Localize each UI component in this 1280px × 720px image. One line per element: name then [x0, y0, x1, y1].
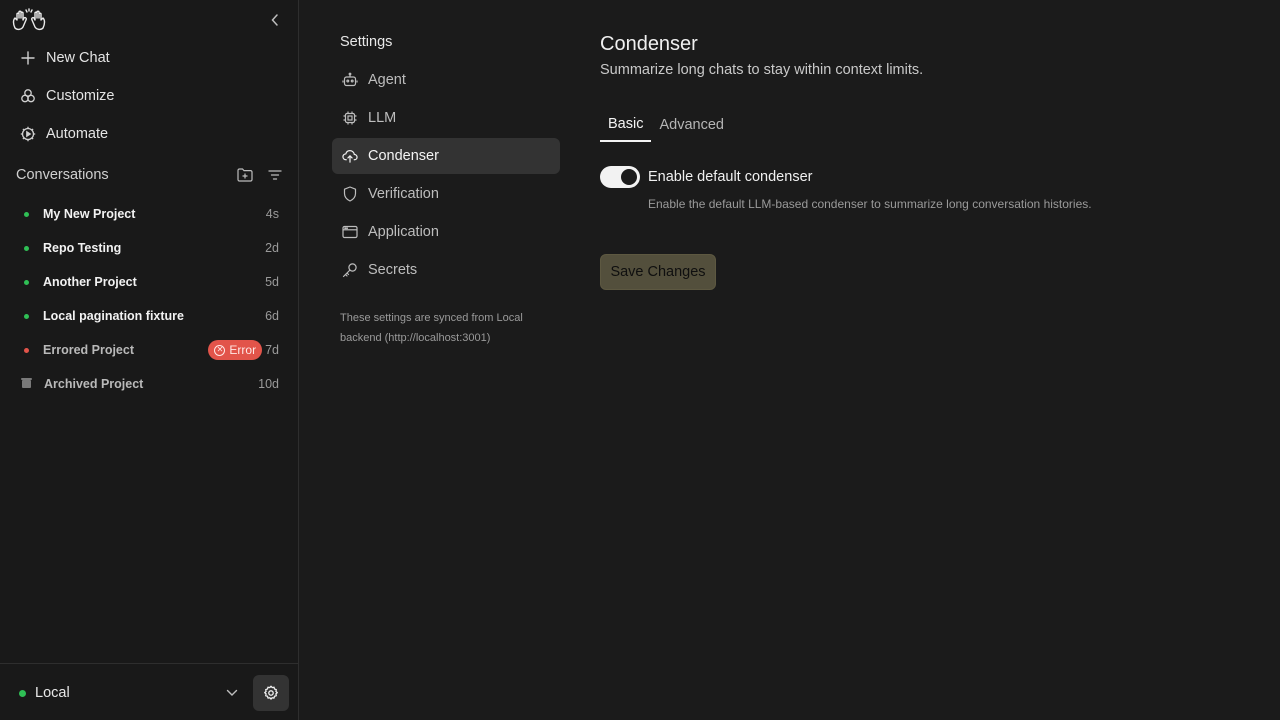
- conversation-name: Errored Project: [43, 343, 135, 357]
- conversation-time: 5d: [265, 275, 279, 289]
- enable-condenser-toggle[interactable]: [600, 166, 640, 188]
- page-subtitle: Summarize long chats to stay within cont…: [600, 62, 924, 78]
- status-dot: [24, 211, 29, 217]
- error-circle-icon: ✕: [214, 344, 226, 356]
- error-status-dot: [24, 347, 29, 353]
- window-icon: [342, 224, 358, 240]
- settings-nav-label: Secrets: [368, 262, 418, 278]
- tab-basic[interactable]: Basic: [600, 108, 652, 142]
- shield-icon: [342, 186, 358, 202]
- toggle-help-text: Enable the default LLM-based condenser t…: [648, 197, 1092, 211]
- archive-icon: [21, 378, 32, 388]
- settings-nav-label: Verification: [368, 186, 439, 202]
- conversation-name: Archived Project: [44, 377, 144, 391]
- status-dot: [24, 279, 29, 285]
- settings-nav-label: LLM: [368, 110, 397, 126]
- settings-button[interactable]: [253, 675, 289, 711]
- gear-icon: [264, 685, 278, 700]
- conversation-item[interactable]: Archived Project 10d: [16, 367, 284, 401]
- new-folder-button[interactable]: [236, 166, 254, 184]
- status-dot: [24, 245, 29, 251]
- toggle-knob: [621, 169, 637, 185]
- new-chat-button[interactable]: New Chat: [20, 46, 110, 70]
- conversations-title: Conversations: [16, 167, 109, 183]
- error-badge-label: Error: [229, 343, 257, 357]
- page-title: Condenser: [600, 33, 698, 55]
- backend-status-dot: [19, 689, 26, 697]
- conversation-time: 10d: [258, 377, 279, 391]
- conversation-time: 2d: [265, 241, 279, 255]
- app-logo-icon[interactable]: [12, 8, 46, 32]
- settings-nav-label: Agent: [368, 72, 406, 88]
- customize-icon: [20, 88, 36, 104]
- customize-button[interactable]: Customize: [20, 84, 115, 108]
- settings-nav-agent[interactable]: Agent: [332, 62, 560, 98]
- conversation-name: Local pagination fixture: [43, 309, 184, 323]
- settings-sync-note: These settings are synced from Local bac…: [340, 312, 523, 344]
- conversation-item[interactable]: Errored Project ✕ Error 7d: [16, 333, 284, 367]
- status-dot: [24, 313, 29, 319]
- filter-icon: [268, 170, 282, 180]
- chevron-left-icon: [271, 14, 278, 26]
- new-chat-label: New Chat: [46, 50, 110, 66]
- conversations-header: Conversations: [16, 166, 284, 184]
- save-changes-button[interactable]: Save Changes: [600, 254, 716, 290]
- backend-selector[interactable]: Local: [19, 683, 239, 703]
- settings-nav-secrets[interactable]: Secrets: [332, 252, 560, 288]
- toggle-label: Enable default condenser: [648, 169, 813, 185]
- settings-nav-label: Condenser: [368, 148, 439, 164]
- conversation-item[interactable]: My New Project 4s: [16, 197, 284, 231]
- automate-label: Automate: [46, 126, 109, 142]
- settings-title: Settings: [340, 34, 393, 50]
- settings-nav-application[interactable]: Application: [332, 214, 560, 250]
- settings-nav-label: Application: [368, 224, 439, 240]
- settings-nav-verification[interactable]: Verification: [332, 176, 560, 212]
- conversation-time: 6d: [265, 309, 279, 323]
- chip-icon: [342, 110, 358, 126]
- conversation-item[interactable]: Another Project 5d: [16, 265, 284, 299]
- tab-advanced[interactable]: Advanced: [651, 108, 732, 142]
- conversation-name: Repo Testing: [43, 241, 122, 255]
- conversation-time: 7d: [265, 343, 279, 357]
- settings-nav-llm[interactable]: LLM: [332, 100, 560, 136]
- conversation-item[interactable]: Repo Testing 2d: [16, 231, 284, 265]
- sidebar-footer: Local: [0, 663, 299, 720]
- key-icon: [342, 262, 358, 278]
- conversation-time: 4s: [265, 207, 279, 221]
- collapse-sidebar-button[interactable]: [266, 10, 284, 30]
- conversation-name: Another Project: [43, 275, 137, 289]
- settings-nav-condenser[interactable]: Condenser: [332, 138, 560, 174]
- conversation-item[interactable]: Local pagination fixture 6d: [16, 299, 284, 333]
- conversation-name: My New Project: [43, 207, 136, 221]
- automate-button[interactable]: Automate: [20, 122, 108, 146]
- customize-label: Customize: [46, 88, 115, 104]
- settings-tabs: Basic Advanced: [600, 108, 732, 142]
- app-window: New Chat Customize Automate Conversation…: [0, 0, 1280, 720]
- robot-icon: [342, 72, 358, 88]
- automate-icon: [20, 126, 36, 142]
- filter-button[interactable]: [266, 166, 284, 184]
- folder-plus-icon: [237, 168, 253, 182]
- chevron-down-icon: [225, 686, 239, 700]
- backend-label: Local: [35, 685, 70, 701]
- cloud-upload-icon: [342, 148, 358, 164]
- error-badge: ✕ Error: [208, 340, 263, 360]
- conversation-list: My New Project 4s Repo Testing 2d Anothe…: [16, 197, 284, 401]
- sidebar: New Chat Customize Automate Conversation…: [0, 0, 299, 720]
- plus-icon: [20, 50, 36, 66]
